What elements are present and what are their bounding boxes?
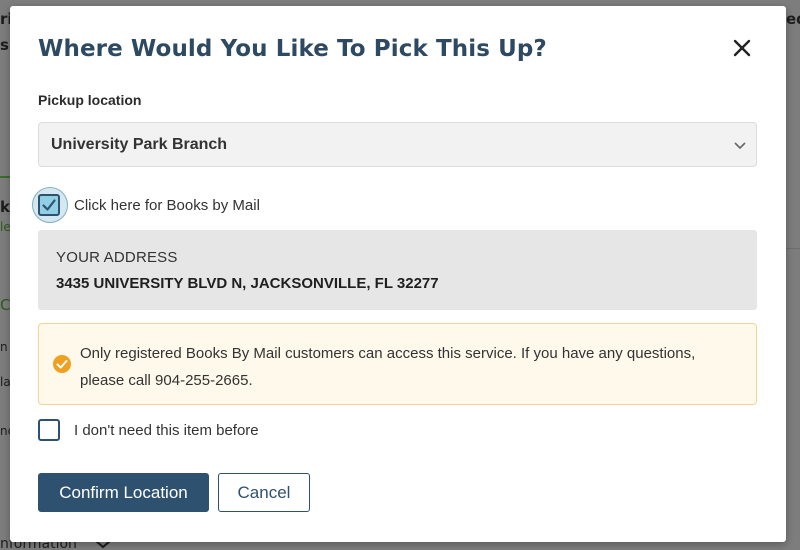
pickup-location-value: University Park Branch xyxy=(51,136,228,153)
chevron-down-icon xyxy=(734,142,746,150)
checkmark-icon xyxy=(42,199,56,211)
books-by-mail-notice: Only registered Books By Mail customers … xyxy=(38,323,757,405)
cancel-button[interactable]: Cancel xyxy=(218,473,310,512)
dialog-title: Where Would You Like To Pick This Up? xyxy=(38,36,547,62)
not-needed-label[interactable]: I don't need this item before xyxy=(74,422,259,439)
background-divider xyxy=(786,248,800,249)
books-by-mail-checkbox-row[interactable]: Click here for Books by Mail xyxy=(32,187,260,223)
pickup-location-select[interactable]: University Park Branch xyxy=(38,122,757,167)
pickup-location-label: Pickup location xyxy=(38,92,142,108)
address-value: 3435 UNIVERSITY BLVD N, JACKSONVILLE, FL… xyxy=(56,275,439,292)
confirm-location-button[interactable]: Confirm Location xyxy=(38,473,209,512)
close-icon[interactable] xyxy=(730,36,754,60)
background-text-fragment: ed xyxy=(786,10,800,28)
close-button[interactable] xyxy=(730,36,754,60)
background-text-fragment: C xyxy=(0,296,11,314)
address-caption: YOUR ADDRESS xyxy=(56,249,178,266)
background-text-fragment: n xyxy=(0,340,8,354)
books-by-mail-label[interactable]: Click here for Books by Mail xyxy=(74,197,260,214)
check-circle-icon xyxy=(53,355,71,373)
books-by-mail-checkbox[interactable] xyxy=(38,194,60,216)
address-panel: YOUR ADDRESS 3435 UNIVERSITY BLVD N, JAC… xyxy=(38,230,757,310)
background-text-fragment: k xyxy=(0,198,10,216)
not-needed-checkbox[interactable] xyxy=(38,419,60,441)
background-divider xyxy=(0,176,10,178)
not-needed-checkbox-row[interactable]: I don't need this item before xyxy=(38,419,259,441)
notice-text: Only registered Books By Mail customers … xyxy=(80,345,696,389)
pickup-location-dialog: Where Would You Like To Pick This Up? Pi… xyxy=(10,6,786,542)
